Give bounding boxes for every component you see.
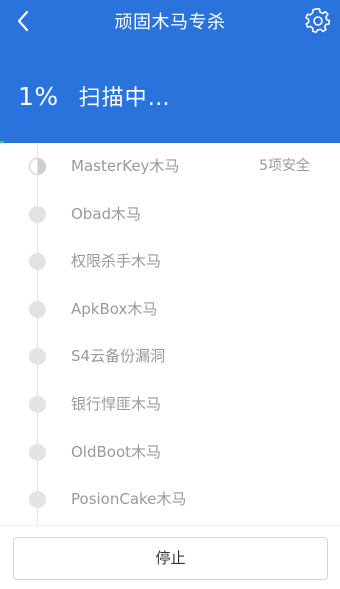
scan-item: Obad木马	[0, 199, 340, 229]
pending-dot-icon	[29, 205, 46, 223]
scan-item-name: Obad木马	[71, 204, 142, 223]
scan-item: ApkBox木马	[0, 294, 340, 324]
scan-status: 1% 扫描中…	[18, 79, 171, 113]
pending-dot-icon	[29, 491, 46, 509]
pending-dot-icon	[29, 443, 46, 461]
pending-dot-icon	[29, 396, 46, 413]
stop-button[interactable]: 停止	[13, 537, 328, 580]
back-button[interactable]	[9, 9, 37, 37]
scan-status-text: 扫描中…	[78, 86, 171, 111]
pending-dot-icon	[29, 348, 46, 366]
scan-item: S4云备份漏洞	[0, 341, 340, 371]
pending-dot-icon	[29, 253, 46, 271]
scan-item: 银行悍匪木马	[0, 389, 340, 419]
scan-item-name: MasterKey木马	[71, 157, 180, 175]
settings-button[interactable]	[304, 8, 332, 38]
chevron-left-icon	[15, 9, 31, 37]
gear-icon	[305, 8, 331, 38]
header: 顽固木马专杀 1% 扫描中…	[0, 0, 340, 143]
scan-item: MasterKey木马 5项安全	[0, 151, 340, 181]
scan-item-name: 银行悍匪木马	[71, 395, 162, 413]
scan-item-name: PosionCake木马	[71, 490, 187, 509]
scan-list: MasterKey木马 5项安全 Obad木马权限杀手木马 ApkBox木马 S4云备份…	[0, 143, 340, 525]
scan-item-name: OldBoot木马	[71, 442, 162, 461]
scan-item-name: 权限杀手木马	[71, 252, 162, 271]
scan-percent: 1%	[18, 81, 59, 111]
scan-item-result: 5项安全	[259, 158, 310, 174]
scan-item-name: S4云备份漏洞	[71, 347, 166, 366]
pending-dot-icon	[29, 300, 46, 318]
scanning-indicator-icon	[29, 158, 46, 175]
scan-item-name: ApkBox木马	[71, 299, 158, 318]
page-title: 顽固木马专杀	[114, 12, 226, 33]
scan-item: OldBoot木马	[0, 437, 340, 467]
footer: 停止	[0, 525, 340, 589]
screen: 顽固木马专杀 1% 扫描中… MasterKey木马 5项安全 Obad木马权限杀手…	[0, 0, 340, 589]
scan-item: 权限杀手木马	[0, 246, 340, 276]
scan-item: PosionCake木马	[0, 484, 340, 514]
title-bar: 顽固木马专杀	[0, 0, 340, 46]
